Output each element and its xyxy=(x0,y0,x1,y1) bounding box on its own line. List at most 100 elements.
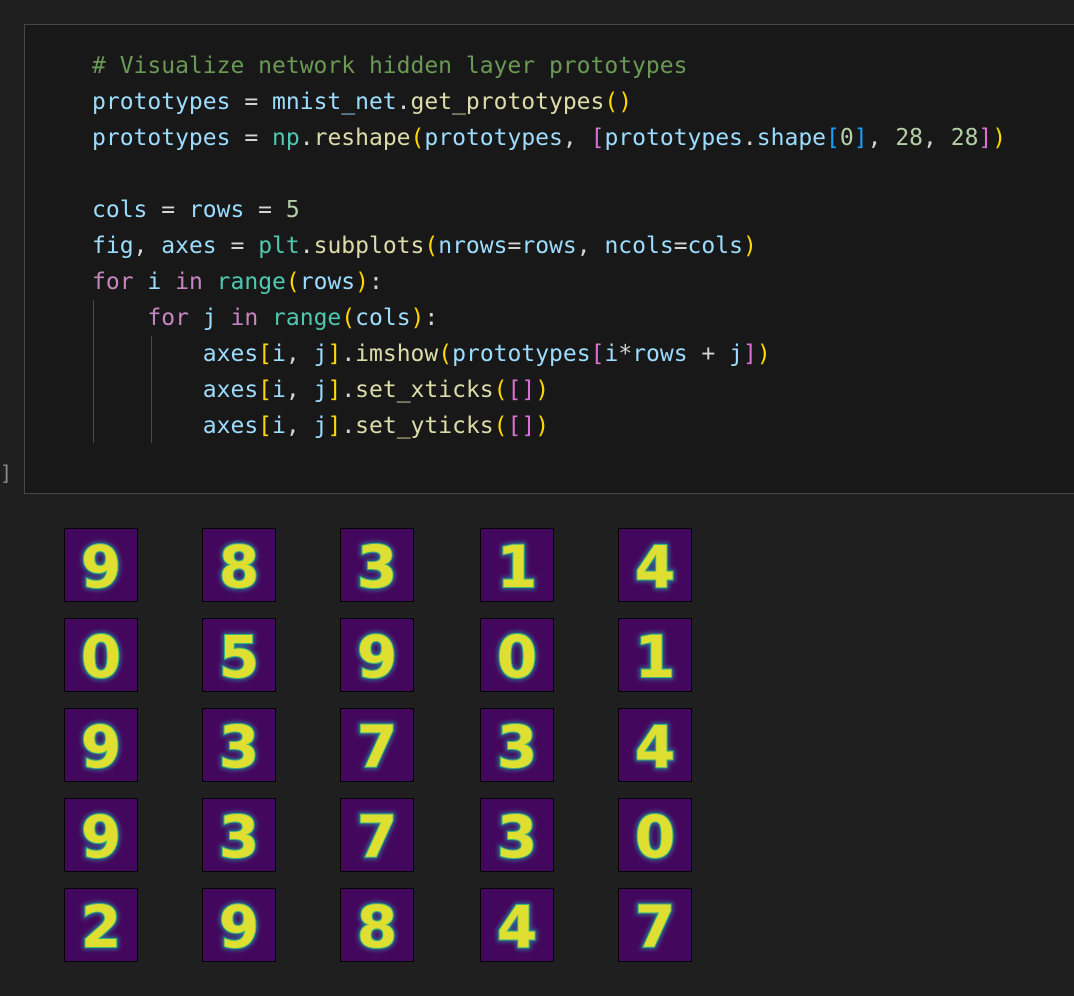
prototype-digit-core: 4 xyxy=(497,893,537,961)
code-token: rows xyxy=(632,341,688,367)
prototype-digit-core: 2 xyxy=(81,893,121,961)
code-token: axes xyxy=(202,413,259,439)
prototype-digit-glyph: 333 xyxy=(216,801,261,872)
code-token: . xyxy=(341,341,356,367)
prototype-digit-glyph: 999 xyxy=(354,621,399,692)
prototype-digit-glyph: 111 xyxy=(632,621,677,692)
prototype-image: 000 xyxy=(64,618,138,692)
code-token: i xyxy=(272,377,286,403)
code-token: j xyxy=(729,341,743,367)
prototype-digit-glyph: 111 xyxy=(494,531,539,602)
code-token: ( xyxy=(493,413,508,439)
code-token: rows xyxy=(521,233,577,259)
prototype-digit-glyph: 000 xyxy=(494,621,539,692)
code-token: : xyxy=(369,269,383,295)
code-token: ) xyxy=(992,125,1007,151)
code-token: ] xyxy=(327,377,342,403)
code-token: 5 xyxy=(285,197,300,223)
code-token: mnist_net xyxy=(272,89,397,115)
code-token: , xyxy=(285,413,314,439)
code-token: 28 xyxy=(950,125,979,151)
prototype-image: 999 xyxy=(64,528,138,602)
code-token: j xyxy=(313,377,328,403)
code-token: axes xyxy=(161,233,217,259)
code-token: ] xyxy=(742,341,757,367)
code-token: [ xyxy=(258,413,273,439)
prototype-image: 000 xyxy=(480,618,554,692)
prototype-image: 333 xyxy=(340,528,414,602)
code-token: . xyxy=(742,125,757,151)
code-token: : xyxy=(424,305,439,331)
code-editor[interactable]: # Visualize network hidden layer prototy… xyxy=(92,48,1006,444)
prototype-image: 333 xyxy=(480,708,554,782)
code-token: prototypes xyxy=(604,125,743,151)
code-token: prototypes xyxy=(92,125,231,151)
code-token: ) xyxy=(535,377,550,403)
prototype-digit-core: 3 xyxy=(357,533,397,601)
code-token: = xyxy=(673,233,688,259)
code-token: . xyxy=(341,377,356,403)
cell-output-image-grid: 999 888 333 111 444 000 555 999 000 111 999 333 777 3… xyxy=(64,528,694,964)
code-token: range xyxy=(272,305,342,331)
code-token: , xyxy=(867,125,896,151)
prototype-digit-glyph: 777 xyxy=(354,801,399,872)
code-token: subplots xyxy=(313,233,425,259)
code-token: ( xyxy=(493,377,508,403)
prototype-image: 333 xyxy=(202,798,276,872)
code-token: ( xyxy=(410,125,425,151)
code-token: i xyxy=(604,341,619,367)
code-line: for i in range(rows): xyxy=(92,264,1006,300)
code-token: , xyxy=(133,233,162,259)
prototype-image: 999 xyxy=(340,618,414,692)
code-token: [ xyxy=(590,341,605,367)
code-token: rows xyxy=(299,269,356,295)
code-token: , xyxy=(576,233,605,259)
code-token: = xyxy=(230,89,273,115)
prototype-digit-core: 1 xyxy=(497,533,537,601)
prototype-image: 555 xyxy=(202,618,276,692)
prototype-digit-glyph: 777 xyxy=(354,711,399,782)
code-token: = xyxy=(507,233,522,259)
code-token: set_xticks xyxy=(355,377,494,403)
code-token: . xyxy=(299,125,314,151)
prototype-image: 777 xyxy=(340,798,414,872)
code-token: ] xyxy=(327,413,342,439)
code-token: prototypes xyxy=(452,341,591,367)
code-token: ( xyxy=(438,341,453,367)
prototype-image: 111 xyxy=(618,618,692,692)
code-token: in xyxy=(230,305,259,331)
code-token: [] xyxy=(507,377,536,403)
code-token: cols xyxy=(92,197,148,223)
code-token: ( xyxy=(424,233,439,259)
code-token: ) xyxy=(756,341,771,367)
prototype-digit-glyph: 333 xyxy=(494,801,539,872)
prototype-digit-glyph: 000 xyxy=(78,621,123,692)
prototype-digit-glyph: 888 xyxy=(216,531,261,602)
prototype-digit-glyph: 888 xyxy=(354,891,399,962)
prototype-image: 999 xyxy=(202,888,276,962)
code-token: prototypes xyxy=(92,89,231,115)
prototype-image: 999 xyxy=(64,708,138,782)
code-line: for j in range(cols): xyxy=(92,300,1006,336)
code-token: = xyxy=(147,197,189,223)
code-token: i xyxy=(133,269,176,295)
prototype-digit-glyph: 333 xyxy=(216,711,261,782)
code-token: ( xyxy=(341,305,356,331)
code-token: imshow xyxy=(355,341,439,367)
prototype-digit-core: 1 xyxy=(635,623,675,691)
code-token: ncols xyxy=(604,233,674,259)
prototype-digit-glyph: 777 xyxy=(632,891,677,962)
prototype-image: 444 xyxy=(480,888,554,962)
code-token: range xyxy=(216,269,286,295)
code-token: = xyxy=(244,197,286,223)
code-token: + xyxy=(687,341,730,367)
prototype-digit-glyph: 444 xyxy=(632,711,677,782)
code-token: i xyxy=(272,341,286,367)
code-line: fig, axes = plt.subplots(nrows=rows, nco… xyxy=(92,228,1006,264)
code-line: axes[i, j].set_yticks([]) xyxy=(92,408,1006,444)
